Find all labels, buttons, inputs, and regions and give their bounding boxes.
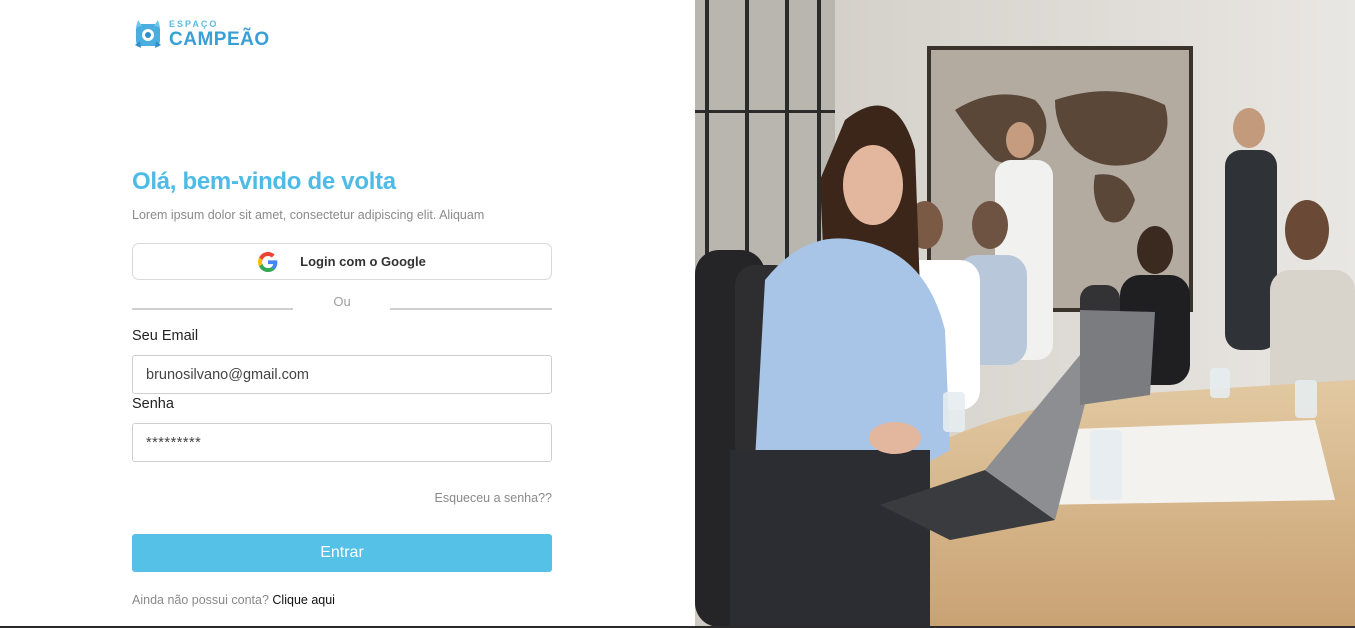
divider-line-right: [390, 308, 552, 310]
login-panel: ESPAÇO CAMPEÃO Olá, bem-vindo de volta L…: [0, 0, 695, 628]
login-submit-button[interactable]: Entrar: [132, 534, 552, 572]
forgot-password-link[interactable]: Esqueceu a senha??: [433, 491, 552, 505]
page-subtitle: Lorem ipsum dolor sit amet, consectetur …: [132, 208, 485, 222]
google-login-label: Login com o Google: [300, 254, 426, 269]
google-icon: [258, 251, 278, 272]
signup-prompt: Ainda não possui conta? Clique aqui: [132, 593, 335, 607]
hero-image: [695, 0, 1355, 627]
brand-small-text: ESPAÇO: [169, 18, 219, 29]
signup-link[interactable]: Clique aqui: [272, 593, 335, 607]
logo-mark-icon: [135, 20, 161, 48]
divider-text: Ou: [333, 294, 351, 309]
signup-text: Ainda não possui conta?: [132, 593, 269, 607]
brand-logo[interactable]: ESPAÇO CAMPEÃO: [133, 16, 270, 52]
brand-name: CAMPEÃO: [169, 28, 270, 50]
email-label: Seu Email: [132, 328, 199, 344]
page-title: Olá, bem-vindo de volta: [132, 168, 396, 195]
password-label: Senha: [132, 396, 174, 412]
office-meeting-photo: [695, 0, 1355, 627]
divider-line-left: [132, 308, 293, 310]
email-field[interactable]: [132, 355, 552, 394]
google-login-button[interactable]: Login com o Google: [132, 243, 552, 280]
password-field[interactable]: [132, 423, 552, 462]
